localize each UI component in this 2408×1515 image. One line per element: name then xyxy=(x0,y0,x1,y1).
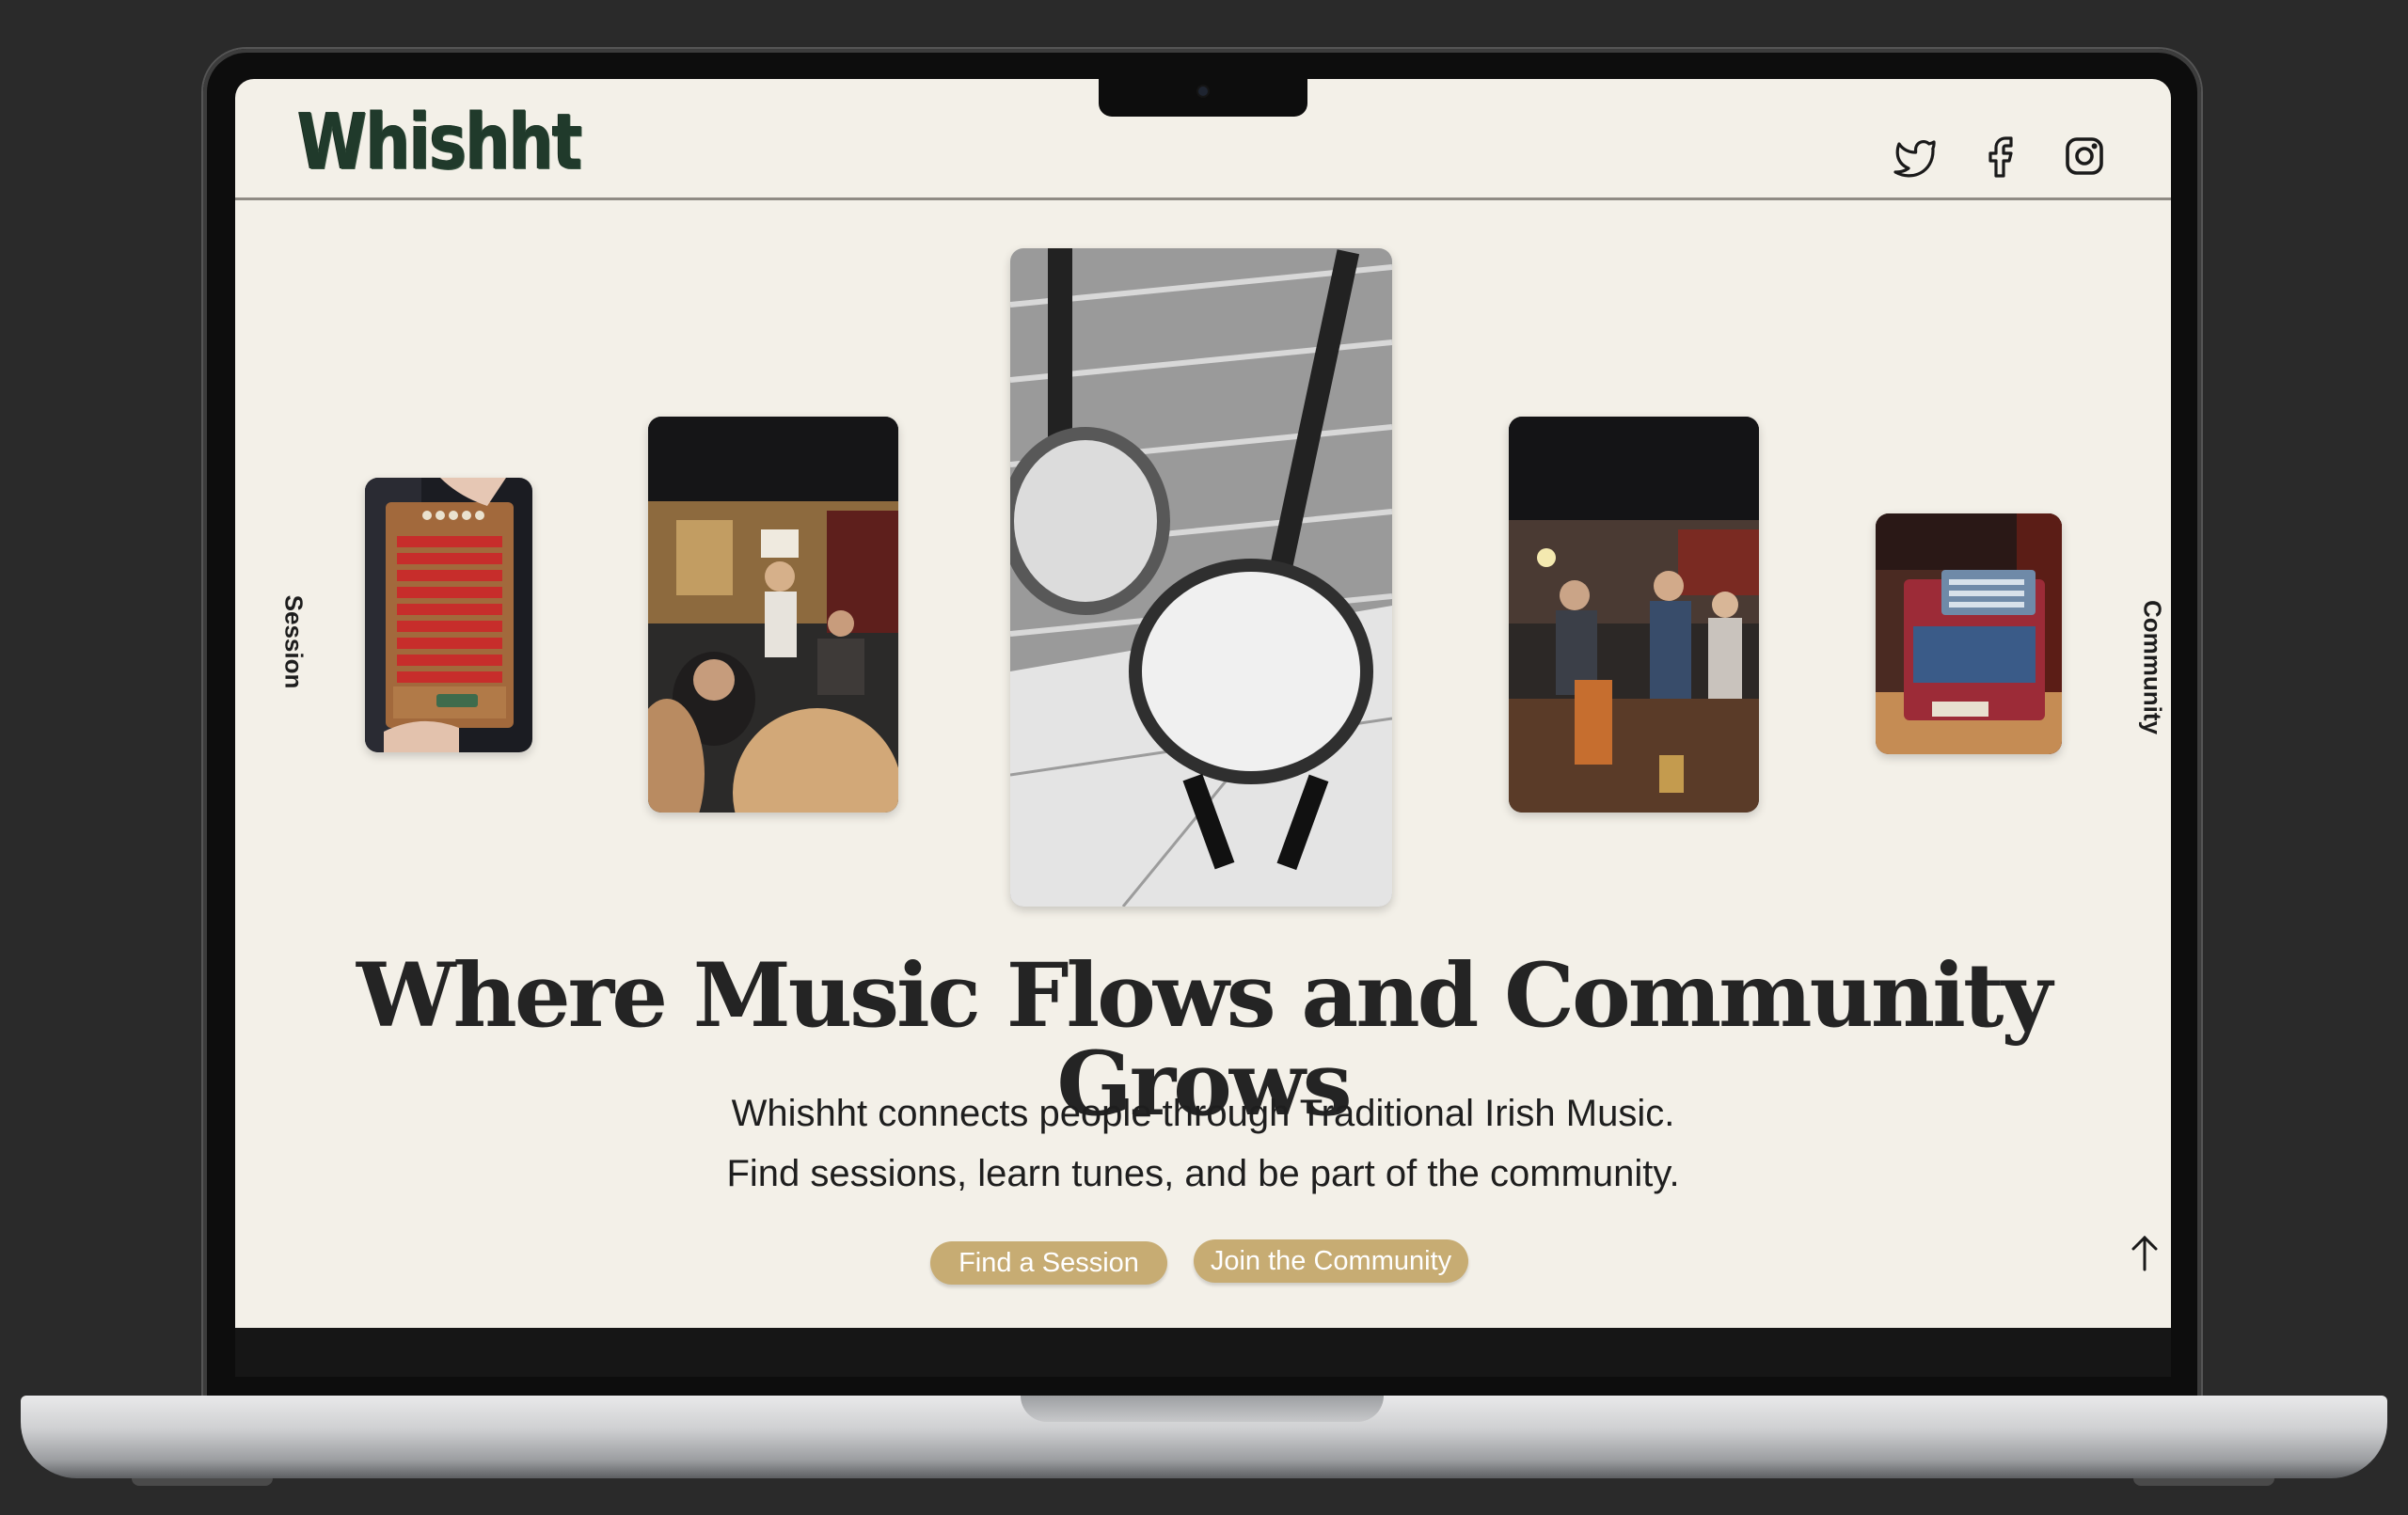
laptop-foot-right xyxy=(2133,1478,2274,1486)
instagram-icon[interactable] xyxy=(2062,134,2107,179)
camera-icon xyxy=(1198,87,1208,96)
gallery-photo-accordion[interactable] xyxy=(1876,513,2062,754)
laptop-bezel xyxy=(235,1328,2171,1377)
gallery-photo-banjos[interactable] xyxy=(1010,248,1392,907)
side-nav-session[interactable]: Session xyxy=(279,586,309,699)
laptop-foot-left xyxy=(132,1478,273,1486)
camera-notch xyxy=(1099,79,1307,117)
side-nav-community[interactable]: Community xyxy=(2138,592,2167,743)
facebook-icon[interactable] xyxy=(1979,134,2024,179)
hero-description-line-1: Whishht connects people through Traditio… xyxy=(731,1093,1675,1134)
gallery-photo-pub-crowd[interactable] xyxy=(1509,417,1759,813)
gallery-photo-concertina[interactable] xyxy=(365,478,532,752)
twitter-icon[interactable] xyxy=(1893,134,1938,179)
laptop-opening-notch xyxy=(1021,1396,1384,1422)
arrow-up-icon[interactable] xyxy=(2128,1234,2162,1271)
find-session-button[interactable]: Find a Session xyxy=(930,1241,1167,1285)
hero-description-line-2: Find sessions, learn tunes, and be part … xyxy=(726,1153,1680,1194)
screen: Whishht Session Community Where Music Fl… xyxy=(235,79,2171,1328)
join-community-button[interactable]: Join the Community xyxy=(1194,1239,1468,1283)
gallery-photo-pub-session[interactable] xyxy=(648,417,898,813)
site-logo[interactable]: Whishht xyxy=(297,98,582,187)
